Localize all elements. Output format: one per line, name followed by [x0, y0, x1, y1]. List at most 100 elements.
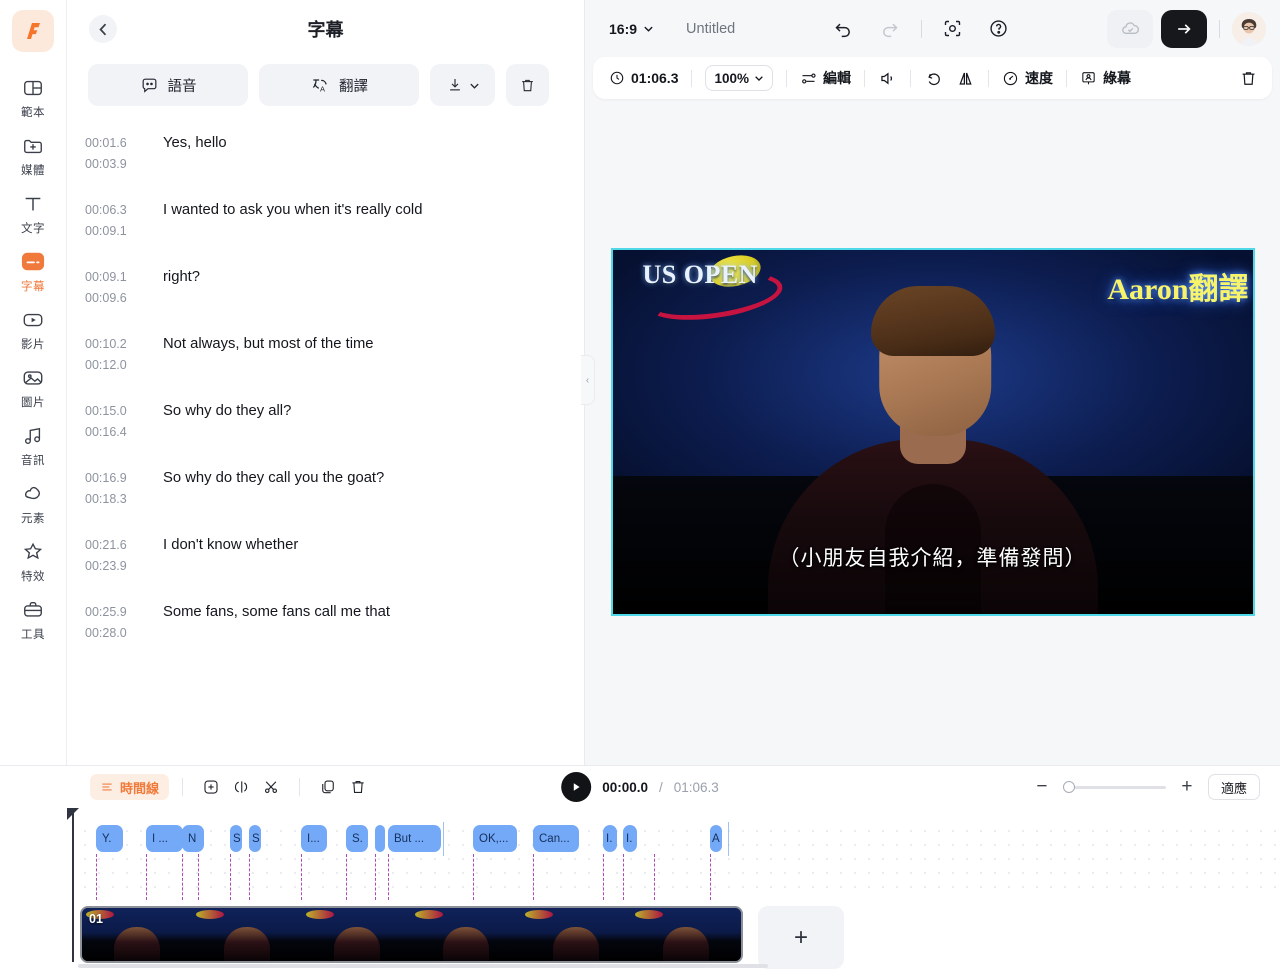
fit-button[interactable]: 適應	[1207, 774, 1260, 800]
avatar[interactable]	[1232, 11, 1266, 46]
undo-button[interactable]	[829, 14, 859, 44]
subtitle-clip[interactable]: I ...	[146, 825, 183, 852]
delete-clip-button[interactable]	[1239, 69, 1258, 88]
subtitle-clip[interactable]: Can...	[533, 825, 579, 852]
zoom-out-button[interactable]: −	[1031, 776, 1053, 798]
sidebar-item-audio[interactable]: 音訊	[5, 416, 61, 473]
subtitle-text[interactable]: I wanted to ask you when it's really col…	[163, 199, 422, 242]
zoom-in-button[interactable]: +	[1176, 776, 1198, 798]
panel-collapse-handle[interactable]: ‹	[581, 355, 595, 405]
timeline-tab[interactable]: 時間線	[90, 774, 170, 800]
sidebar-item-subtitle[interactable]: 字幕	[5, 242, 61, 299]
rotate-button[interactable]	[924, 69, 943, 88]
sidebar-item-label: 工具	[21, 629, 45, 641]
list-item[interactable]: 00:25.9 00:28.0 Some fans, some fans cal…	[67, 589, 584, 656]
subtitle-text[interactable]: So why do they call you the goat?	[163, 467, 384, 510]
subtitle-clip[interactable]: S	[230, 825, 242, 852]
speech-button[interactable]: 語音	[88, 64, 248, 106]
user-avatar-icon	[1232, 11, 1266, 46]
greenscreen-label: 綠幕	[1103, 70, 1132, 86]
list-item[interactable]: 00:10.2 00:12.0 Not always, but most of …	[67, 321, 584, 388]
split-marker-button[interactable]	[226, 774, 256, 800]
list-item[interactable]: 00:15.0 00:16.4 So why do they all?	[67, 388, 584, 455]
help-icon	[990, 20, 1007, 37]
list-item[interactable]: 00:09.1 00:09.6 right?	[67, 254, 584, 321]
list-item[interactable]: 00:21.6 00:23.9 I don't know whether	[67, 522, 584, 589]
video-preview[interactable]: US OPEN Aaron翻譯 （小朋友自我介紹，準備發問）	[610, 248, 1255, 616]
list-item[interactable]: 00:01.6 00:03.9 Yes, hello	[67, 120, 584, 187]
add-clip-button[interactable]: +	[758, 906, 844, 969]
zoom-slider[interactable]	[1062, 781, 1166, 793]
delete-subtitles-button[interactable]	[506, 64, 549, 106]
sidebar-item-image[interactable]: 圖片	[5, 358, 61, 415]
subtitle-clip[interactable]: I...	[301, 825, 327, 852]
speed-button[interactable]: 速度	[1002, 68, 1053, 88]
video-track-clip[interactable]: 01	[80, 906, 743, 963]
play-button[interactable]	[561, 772, 592, 802]
subtitle-clip[interactable]: N	[182, 825, 204, 852]
cut-button[interactable]	[256, 774, 286, 800]
subtitle-clip[interactable]: But ...	[388, 825, 441, 852]
download-button[interactable]	[430, 64, 495, 106]
duplicate-button[interactable]	[313, 774, 343, 800]
subtitle-clip[interactable]: A	[710, 825, 722, 852]
aspect-ratio-select[interactable]: 16:9	[609, 21, 654, 37]
subtitle-text[interactable]: Some fans, some fans call me that	[163, 601, 390, 644]
cloud-save-button[interactable]	[1107, 9, 1153, 48]
translate-icon: A	[312, 79, 327, 94]
sidebar-item-element[interactable]: 元素	[5, 474, 61, 531]
redo-button[interactable]	[875, 14, 905, 44]
help-button[interactable]	[984, 14, 1014, 44]
sidebar-item-label: 影片	[21, 339, 45, 351]
subtitle-text[interactable]: I don't know whether	[163, 534, 298, 577]
subtitle-text[interactable]: Not always, but most of the time	[163, 333, 374, 376]
playhead[interactable]	[67, 808, 79, 962]
clip-boundary-tick	[182, 854, 183, 900]
redo-icon	[883, 23, 898, 38]
sidebar-item-video[interactable]: 影片	[5, 300, 61, 357]
sidebar-item-text[interactable]: 文字	[5, 184, 61, 241]
subtitle-clip[interactable]: OK,...	[473, 825, 517, 852]
subtitle-clip[interactable]: Y.	[96, 825, 123, 852]
translate-label: 翻譯	[339, 78, 368, 95]
translate-button[interactable]: A 翻譯	[259, 64, 419, 106]
subtitle-text[interactable]: Yes, hello	[163, 132, 227, 175]
focus-button[interactable]	[938, 14, 968, 44]
export-button[interactable]	[1161, 9, 1207, 48]
back-button[interactable]	[89, 15, 117, 43]
delete-button[interactable]	[343, 774, 373, 800]
mirror-button[interactable]	[956, 69, 975, 88]
sidebar-item-template[interactable]: 範本	[5, 68, 61, 125]
timeline-body[interactable]: Y. I ... N S S I... S. But ... OK,... Ca…	[0, 808, 1280, 970]
subtitle-clip[interactable]: I.	[623, 825, 637, 852]
zoom-slider-handle[interactable]	[1062, 781, 1075, 793]
subtitle-text[interactable]: So why do they all?	[163, 400, 291, 443]
clip-boundary-tick	[710, 854, 711, 900]
sidebar-item-media[interactable]: 媒體	[5, 126, 61, 183]
list-item[interactable]: 00:16.9 00:18.3 So why do they call you …	[67, 455, 584, 522]
subtitle-track[interactable]: Y. I ... N S S I... S. But ... OK,... Ca…	[78, 818, 1280, 900]
sidebar-item-tools[interactable]: 工具	[5, 590, 61, 647]
add-track-button[interactable]	[196, 774, 226, 800]
timeline-section: 時間線 00:00.0 / 01:06.3 − + 適應 Y. I ... N …	[0, 765, 1280, 970]
volume-button[interactable]	[878, 69, 897, 88]
subtitle-list[interactable]: 00:01.6 00:03.9 Yes, hello 00:06.3 00:09…	[67, 120, 584, 765]
edit-button[interactable]: 編輯	[800, 68, 851, 88]
subtitle-clip[interactable]: I.	[603, 825, 617, 852]
timeline-scrollbar[interactable]	[78, 964, 1278, 968]
playback-controls: 00:00.0 / 01:06.3	[561, 772, 719, 802]
app-logo[interactable]	[12, 10, 54, 52]
subtitle-clip[interactable]	[375, 825, 385, 852]
clip-boundary-tick	[533, 854, 534, 900]
list-item[interactable]: 00:06.3 00:09.1 I wanted to ask you when…	[67, 187, 584, 254]
subtitle-panel: 字幕 語音 A 翻譯 00:01.6 00:03.9 Yes, hello 00…	[67, 0, 595, 765]
sidebar-item-effect[interactable]: 特效	[5, 532, 61, 589]
subtitle-text[interactable]: right?	[163, 266, 200, 309]
timeline-scrollbar-thumb[interactable]	[78, 964, 768, 968]
timeline-tab-label: 時間線	[120, 780, 160, 796]
zoom-select[interactable]: 100%	[705, 65, 774, 91]
project-title[interactable]: Untitled	[686, 21, 735, 37]
greenscreen-button[interactable]: 綠幕	[1080, 68, 1131, 88]
subtitle-clip[interactable]: S	[249, 825, 261, 852]
subtitle-clip[interactable]: S.	[346, 825, 368, 852]
